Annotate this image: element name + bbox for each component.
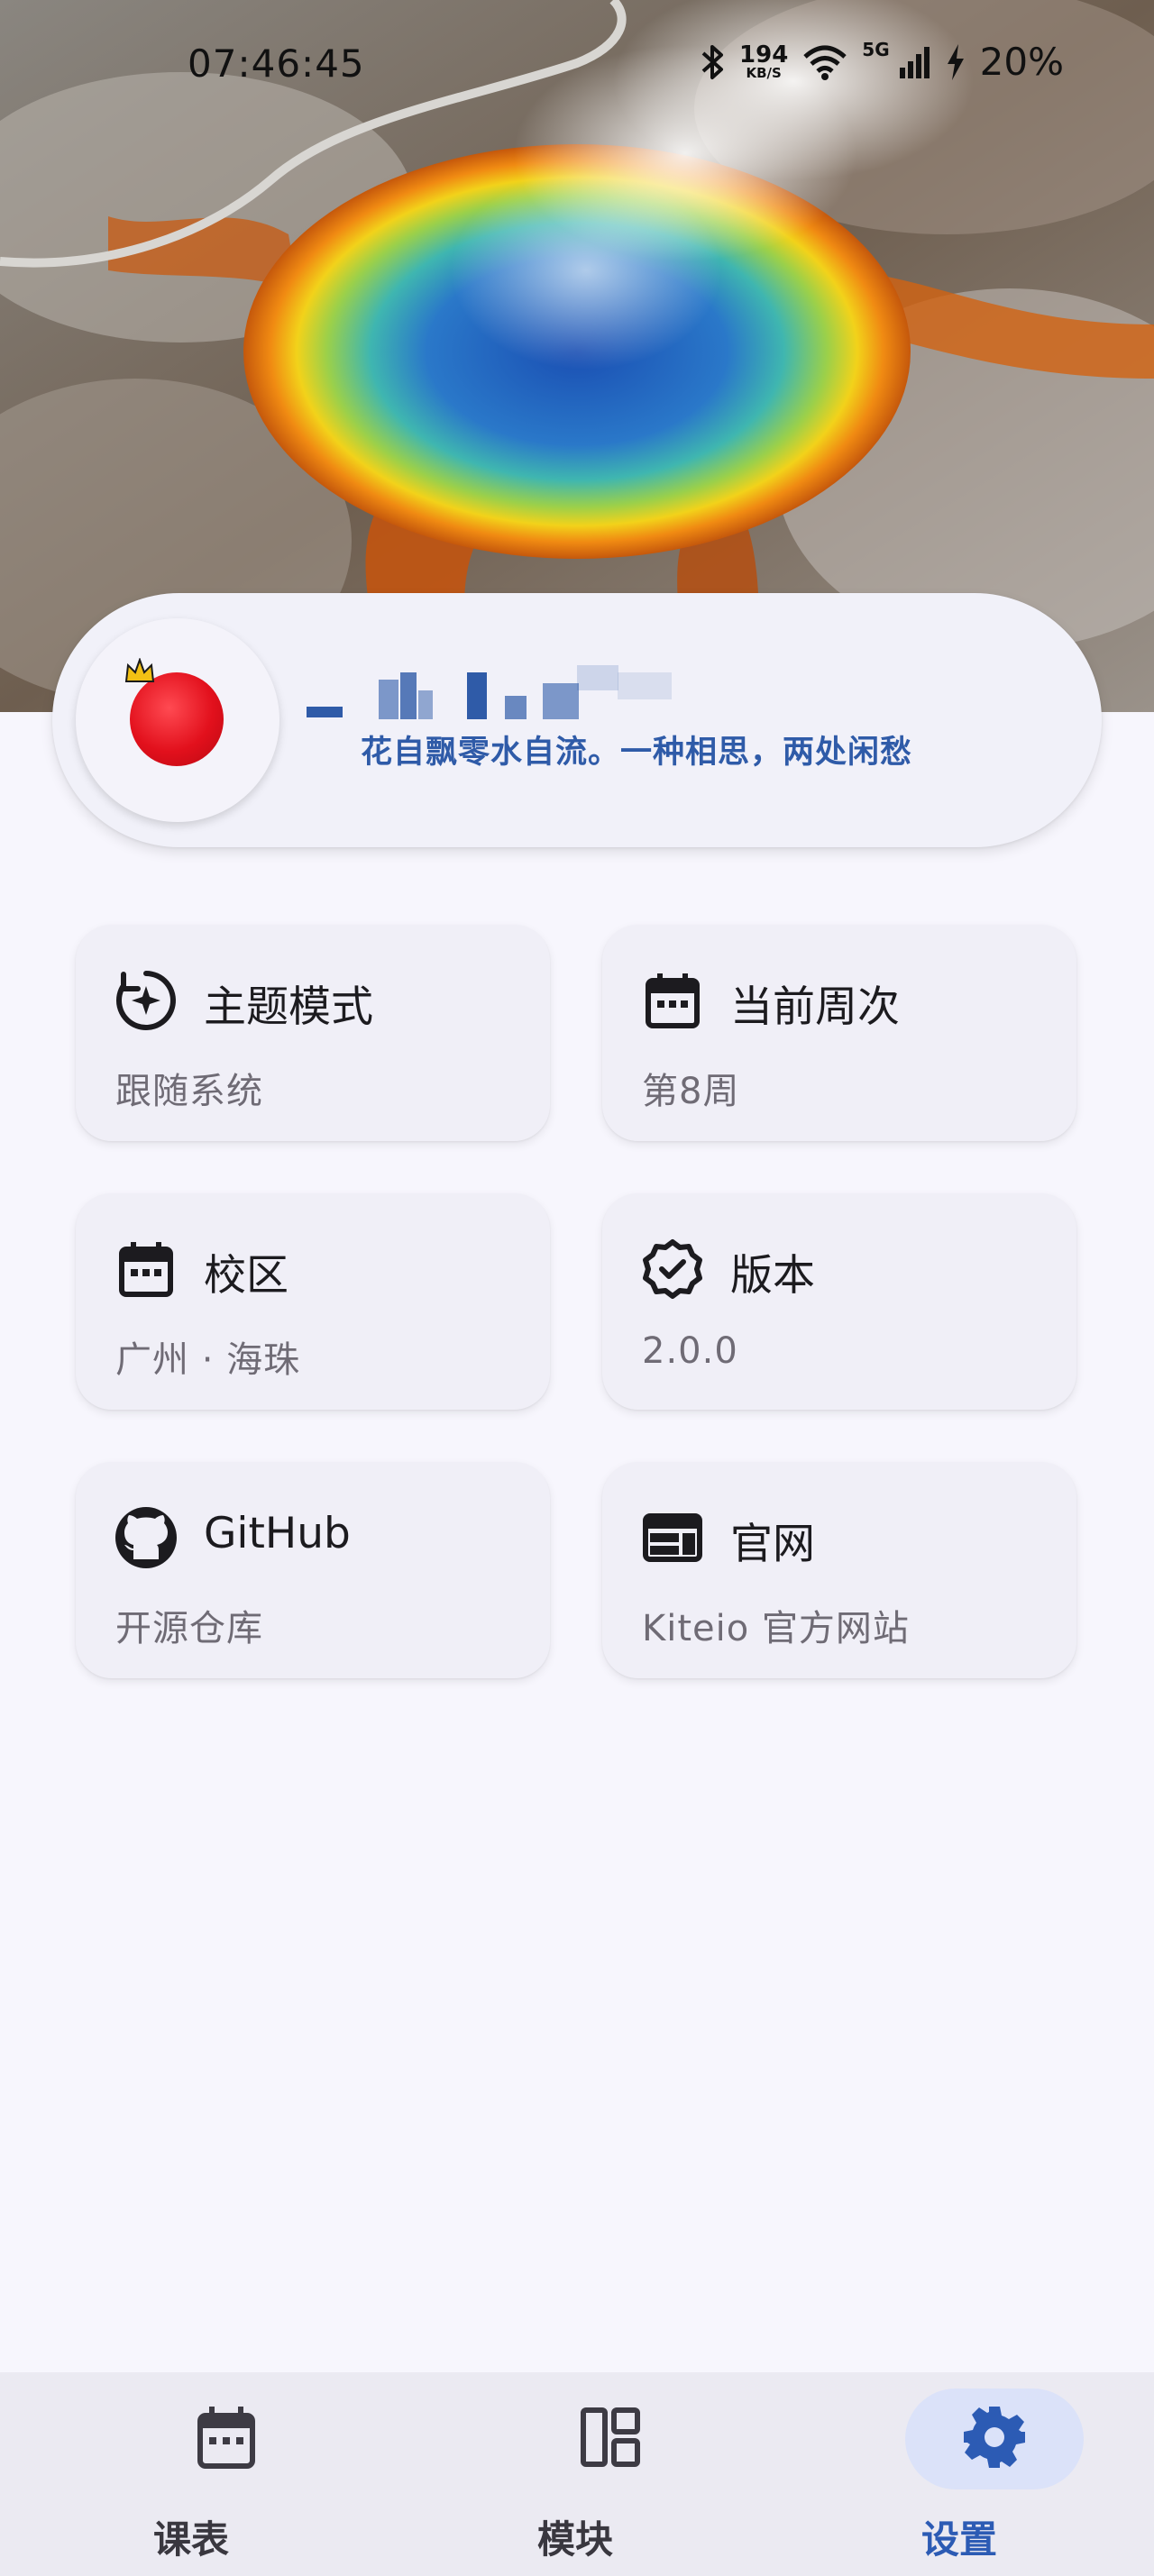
tile-title: 版本 — [730, 1251, 815, 1301]
theme-auto-icon — [114, 968, 179, 1033]
calendar-icon — [114, 1237, 179, 1302]
profile-motto: 花自飘零水自流。一种相思，两处闲愁 — [361, 735, 913, 771]
settings-screen: 07:46:45 194 KB/S 5G 20% 花自飘零水自流。一种相思，两处… — [0, 0, 1154, 2576]
network-speed: 194 KB/S — [739, 41, 789, 81]
signal-icon — [899, 46, 931, 78]
tile-subtitle: 广州 · 海珠 — [115, 1339, 301, 1381]
campus-tile[interactable]: 校区 广州 · 海珠 — [76, 1193, 550, 1410]
network-type: 5G — [862, 38, 890, 60]
crown-icon — [124, 657, 155, 687]
nav-item-modules[interactable]: 模块 — [440, 2372, 710, 2576]
nav-label: 设置 — [920, 2517, 997, 2562]
tile-subtitle: 第8周 — [642, 1071, 740, 1112]
status-time: 07:46:45 — [188, 41, 365, 86]
theme-mode-tile[interactable]: 主题模式 跟随系统 — [76, 925, 550, 1141]
charging-icon — [946, 43, 966, 80]
profile-card[interactable]: 花自飘零水自流。一种相思，两处闲愁 — [52, 593, 1102, 847]
nav-label: 模块 — [536, 2517, 613, 2562]
tile-subtitle: 2.0.0 — [642, 1330, 738, 1372]
nav-item-settings[interactable]: 设置 — [824, 2372, 1094, 2576]
bottom-navigation: 课表 模块 设置 — [0, 2372, 1154, 2576]
tile-subtitle: 跟随系统 — [115, 1071, 263, 1112]
tile-subtitle: Kiteio 官方网站 — [642, 1608, 910, 1649]
nav-pill — [521, 2389, 700, 2489]
status-icons: 194 KB/S 5G 20% — [700, 38, 1064, 84]
tile-title: 校区 — [204, 1251, 288, 1301]
status-bar: 07:46:45 194 KB/S 5G 20% — [0, 0, 1154, 135]
verified-badge-icon — [640, 1237, 705, 1302]
tile-subtitle: 开源仓库 — [115, 1608, 263, 1649]
nav-pill — [137, 2389, 316, 2489]
calendar-icon — [197, 2405, 256, 2473]
profile-name-redacted — [307, 660, 676, 725]
nav-pill-active — [905, 2389, 1084, 2489]
battery-level: 20% — [979, 40, 1064, 84]
tile-title: GitHub — [204, 1509, 351, 1558]
tile-title: 官网 — [730, 1520, 815, 1569]
current-week-tile[interactable]: 当前周次 第8周 — [602, 925, 1076, 1141]
github-icon — [114, 1505, 179, 1570]
dashboard-icon — [580, 2407, 641, 2471]
avatar[interactable] — [76, 618, 279, 822]
bluetooth-icon — [700, 43, 725, 81]
gear-icon — [962, 2405, 1027, 2473]
website-tile[interactable]: 官网 Kiteio 官方网站 — [602, 1462, 1076, 1678]
tile-title: 主题模式 — [204, 982, 373, 1032]
nav-label: 课表 — [152, 2517, 229, 2562]
wifi-icon — [802, 44, 847, 80]
nav-item-schedule[interactable]: 课表 — [56, 2372, 326, 2576]
version-tile[interactable]: 版本 2.0.0 — [602, 1193, 1076, 1410]
tile-title: 当前周次 — [730, 982, 900, 1032]
calendar-icon — [640, 968, 705, 1033]
github-tile[interactable]: GitHub 开源仓库 — [76, 1462, 550, 1678]
web-icon — [640, 1505, 705, 1570]
